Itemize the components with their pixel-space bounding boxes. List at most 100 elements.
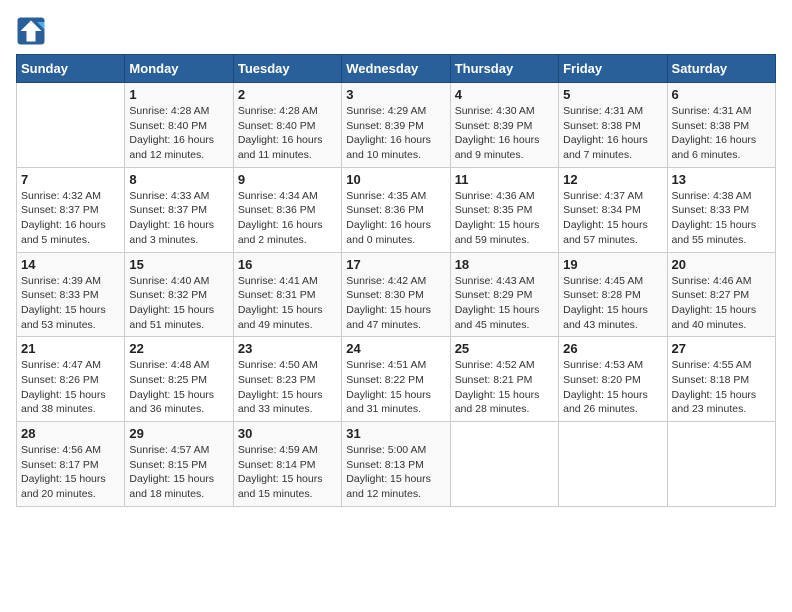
day-number: 2 bbox=[238, 87, 337, 102]
calendar-cell: 27 Sunrise: 4:55 AM Sunset: 8:18 PM Dayli… bbox=[667, 337, 775, 422]
weekday-header-thursday: Thursday bbox=[450, 55, 558, 83]
day-number: 7 bbox=[21, 172, 120, 187]
day-info: Sunrise: 4:39 AM Sunset: 8:33 PM Dayligh… bbox=[21, 274, 120, 333]
day-number: 17 bbox=[346, 257, 445, 272]
weekday-header-sunday: Sunday bbox=[17, 55, 125, 83]
day-number: 6 bbox=[672, 87, 771, 102]
weekday-header-tuesday: Tuesday bbox=[233, 55, 341, 83]
calendar-cell: 2 Sunrise: 4:28 AM Sunset: 8:40 PM Daylig… bbox=[233, 83, 341, 168]
day-number: 4 bbox=[455, 87, 554, 102]
day-info: Sunrise: 5:00 AM Sunset: 8:13 PM Dayligh… bbox=[346, 443, 445, 502]
calendar-cell: 28 Sunrise: 4:56 AM Sunset: 8:17 PM Dayli… bbox=[17, 422, 125, 507]
day-info: Sunrise: 4:48 AM Sunset: 8:25 PM Dayligh… bbox=[129, 358, 228, 417]
calendar-cell: 20Sunrise: 4:46 AM Sunset: 8:27 PM Dayli… bbox=[667, 252, 775, 337]
day-info: Sunrise: 4:38 AM Sunset: 8:33 PM Dayligh… bbox=[672, 189, 771, 248]
day-info: Sunrise: 4:28 AM Sunset: 8:40 PM Dayligh… bbox=[238, 104, 337, 163]
day-info: Sunrise: 4:53 AM Sunset: 8:20 PM Dayligh… bbox=[563, 358, 662, 417]
day-number: 29 bbox=[129, 426, 228, 441]
calendar-cell: 22 Sunrise: 4:48 AM Sunset: 8:25 PM Dayli… bbox=[125, 337, 233, 422]
calendar-cell: 5 Sunrise: 4:31 AM Sunset: 8:38 PM Daylig… bbox=[559, 83, 667, 168]
calendar-cell: 16 Sunrise: 4:41 AM Sunset: 8:31 PM Dayli… bbox=[233, 252, 341, 337]
weekday-header-saturday: Saturday bbox=[667, 55, 775, 83]
day-info: Sunrise: 4:41 AM Sunset: 8:31 PM Dayligh… bbox=[238, 274, 337, 333]
day-info: Sunrise: 4:32 AM Sunset: 8:37 PM Dayligh… bbox=[21, 189, 120, 248]
calendar-cell: 18Sunrise: 4:43 AM Sunset: 8:29 PM Dayli… bbox=[450, 252, 558, 337]
day-info: Sunrise: 4:29 AM Sunset: 8:39 PM Dayligh… bbox=[346, 104, 445, 163]
calendar-cell bbox=[17, 83, 125, 168]
calendar-body: 1 Sunrise: 4:28 AM Sunset: 8:40 PM Daylig… bbox=[17, 83, 776, 507]
day-info: Sunrise: 4:42 AM Sunset: 8:30 PM Dayligh… bbox=[346, 274, 445, 333]
day-number: 27 bbox=[672, 341, 771, 356]
day-info: Sunrise: 4:28 AM Sunset: 8:40 PM Dayligh… bbox=[129, 104, 228, 163]
day-number: 19 bbox=[563, 257, 662, 272]
weekday-header-wednesday: Wednesday bbox=[342, 55, 450, 83]
day-info: Sunrise: 4:59 AM Sunset: 8:14 PM Dayligh… bbox=[238, 443, 337, 502]
calendar-cell: 14 Sunrise: 4:39 AM Sunset: 8:33 PM Dayli… bbox=[17, 252, 125, 337]
day-number: 24 bbox=[346, 341, 445, 356]
calendar-cell: 25 Sunrise: 4:52 AM Sunset: 8:21 PM Dayli… bbox=[450, 337, 558, 422]
calendar-cell: 15Sunrise: 4:40 AM Sunset: 8:32 PM Dayli… bbox=[125, 252, 233, 337]
calendar-table: SundayMondayTuesdayWednesdayThursdayFrid… bbox=[16, 54, 776, 507]
calendar-cell: 1 Sunrise: 4:28 AM Sunset: 8:40 PM Daylig… bbox=[125, 83, 233, 168]
day-info: Sunrise: 4:30 AM Sunset: 8:39 PM Dayligh… bbox=[455, 104, 554, 163]
calendar-cell: 23 Sunrise: 4:50 AM Sunset: 8:23 PM Dayli… bbox=[233, 337, 341, 422]
day-info: Sunrise: 4:55 AM Sunset: 8:18 PM Dayligh… bbox=[672, 358, 771, 417]
calendar-cell: 3 Sunrise: 4:29 AM Sunset: 8:39 PM Daylig… bbox=[342, 83, 450, 168]
calendar-cell: 13 Sunrise: 4:38 AM Sunset: 8:33 PM Dayli… bbox=[667, 167, 775, 252]
calendar-cell: 24Sunrise: 4:51 AM Sunset: 8:22 PM Dayli… bbox=[342, 337, 450, 422]
day-info: Sunrise: 4:50 AM Sunset: 8:23 PM Dayligh… bbox=[238, 358, 337, 417]
calendar-cell: 9 Sunrise: 4:34 AM Sunset: 8:36 PM Daylig… bbox=[233, 167, 341, 252]
day-info: Sunrise: 4:31 AM Sunset: 8:38 PM Dayligh… bbox=[563, 104, 662, 163]
day-number: 13 bbox=[672, 172, 771, 187]
day-info: Sunrise: 4:56 AM Sunset: 8:17 PM Dayligh… bbox=[21, 443, 120, 502]
calendar-cell: 26 Sunrise: 4:53 AM Sunset: 8:20 PM Dayli… bbox=[559, 337, 667, 422]
calendar-week-row: 7 Sunrise: 4:32 AM Sunset: 8:37 PM Daylig… bbox=[17, 167, 776, 252]
calendar-cell bbox=[450, 422, 558, 507]
day-number: 5 bbox=[563, 87, 662, 102]
day-info: Sunrise: 4:47 AM Sunset: 8:26 PM Dayligh… bbox=[21, 358, 120, 417]
day-number: 26 bbox=[563, 341, 662, 356]
day-info: Sunrise: 4:37 AM Sunset: 8:34 PM Dayligh… bbox=[563, 189, 662, 248]
calendar-cell: 10 Sunrise: 4:35 AM Sunset: 8:36 PM Dayli… bbox=[342, 167, 450, 252]
calendar-cell: 6Sunrise: 4:31 AM Sunset: 8:38 PM Daylig… bbox=[667, 83, 775, 168]
calendar-cell: 11 Sunrise: 4:36 AM Sunset: 8:35 PM Dayli… bbox=[450, 167, 558, 252]
day-number: 25 bbox=[455, 341, 554, 356]
day-number: 11 bbox=[455, 172, 554, 187]
day-info: Sunrise: 4:46 AM Sunset: 8:27 PM Dayligh… bbox=[672, 274, 771, 333]
day-number: 16 bbox=[238, 257, 337, 272]
day-info: Sunrise: 4:34 AM Sunset: 8:36 PM Dayligh… bbox=[238, 189, 337, 248]
calendar-cell: 17 Sunrise: 4:42 AM Sunset: 8:30 PM Dayli… bbox=[342, 252, 450, 337]
day-info: Sunrise: 4:45 AM Sunset: 8:28 PM Dayligh… bbox=[563, 274, 662, 333]
day-info: Sunrise: 4:33 AM Sunset: 8:37 PM Dayligh… bbox=[129, 189, 228, 248]
weekday-row: SundayMondayTuesdayWednesdayThursdayFrid… bbox=[17, 55, 776, 83]
calendar-cell: 7 Sunrise: 4:32 AM Sunset: 8:37 PM Daylig… bbox=[17, 167, 125, 252]
day-number: 30 bbox=[238, 426, 337, 441]
day-number: 15 bbox=[129, 257, 228, 272]
logo-icon bbox=[16, 16, 46, 46]
day-info: Sunrise: 4:57 AM Sunset: 8:15 PM Dayligh… bbox=[129, 443, 228, 502]
calendar-cell: 30 Sunrise: 4:59 AM Sunset: 8:14 PM Dayli… bbox=[233, 422, 341, 507]
day-number: 22 bbox=[129, 341, 228, 356]
day-number: 1 bbox=[129, 87, 228, 102]
calendar-header: SundayMondayTuesdayWednesdayThursdayFrid… bbox=[17, 55, 776, 83]
calendar-cell bbox=[667, 422, 775, 507]
calendar-week-row: 28 Sunrise: 4:56 AM Sunset: 8:17 PM Dayli… bbox=[17, 422, 776, 507]
day-number: 10 bbox=[346, 172, 445, 187]
day-number: 8 bbox=[129, 172, 228, 187]
calendar-week-row: 1 Sunrise: 4:28 AM Sunset: 8:40 PM Daylig… bbox=[17, 83, 776, 168]
day-number: 28 bbox=[21, 426, 120, 441]
day-info: Sunrise: 4:36 AM Sunset: 8:35 PM Dayligh… bbox=[455, 189, 554, 248]
day-info: Sunrise: 4:35 AM Sunset: 8:36 PM Dayligh… bbox=[346, 189, 445, 248]
calendar-week-row: 14 Sunrise: 4:39 AM Sunset: 8:33 PM Dayli… bbox=[17, 252, 776, 337]
day-number: 14 bbox=[21, 257, 120, 272]
day-number: 23 bbox=[238, 341, 337, 356]
calendar-cell: 12Sunrise: 4:37 AM Sunset: 8:34 PM Dayli… bbox=[559, 167, 667, 252]
day-number: 3 bbox=[346, 87, 445, 102]
day-info: Sunrise: 4:52 AM Sunset: 8:21 PM Dayligh… bbox=[455, 358, 554, 417]
day-number: 21 bbox=[21, 341, 120, 356]
day-number: 9 bbox=[238, 172, 337, 187]
calendar-cell bbox=[559, 422, 667, 507]
calendar-cell: 21 Sunrise: 4:47 AM Sunset: 8:26 PM Dayli… bbox=[17, 337, 125, 422]
weekday-header-monday: Monday bbox=[125, 55, 233, 83]
weekday-header-friday: Friday bbox=[559, 55, 667, 83]
